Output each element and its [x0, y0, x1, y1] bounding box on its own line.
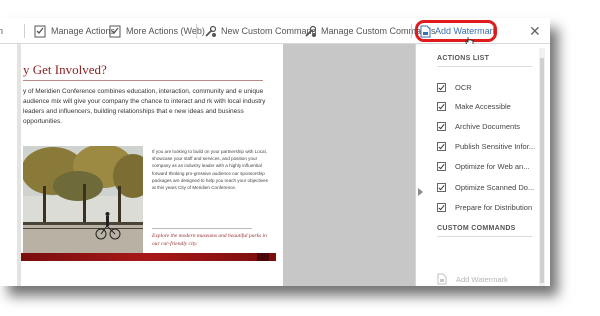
actions-list-heading: ACTIONS LIST [437, 55, 490, 62]
section-divider [437, 236, 532, 237]
quote-rule [152, 228, 252, 229]
action-label: Optimize Scanned Do... [455, 183, 535, 192]
intro-paragraph: y of Meridien Conference combines educat… [23, 88, 266, 125]
park-photo [23, 146, 143, 258]
new-custom-command-label: New Custom Command [221, 26, 317, 36]
close-icon[interactable]: ✕ [529, 23, 541, 40]
document-background [283, 44, 415, 286]
more-actions-label: More Actions (Web) [126, 26, 205, 36]
custom-item-add-watermark[interactable]: Add Watermark [437, 273, 508, 285]
heading-rule [23, 80, 263, 81]
more-actions-icon [109, 25, 121, 37]
custom-commands-heading: CUSTOM COMMANDS [437, 225, 516, 232]
checklist-icon [437, 162, 446, 171]
action-item-ocr[interactable]: OCR [437, 83, 472, 92]
action-item-publish-sensitive[interactable]: Publish Sensitive Infor... [437, 142, 535, 151]
sponsorship-paragraph: If you are looking to build on your part… [152, 149, 268, 191]
action-label: Make Accessible [455, 102, 511, 111]
checklist-icon [437, 203, 446, 212]
collapse-panel-icon[interactable] [418, 188, 423, 196]
toolbar-divider [411, 24, 412, 38]
scrollbar-thumb[interactable] [540, 58, 544, 283]
toolbar-divider [24, 24, 25, 38]
toolbar-item-label: n [0, 26, 4, 36]
action-label: Optimize for Web an... [455, 162, 530, 171]
page-number-box [257, 253, 269, 261]
action-label: Publish Sensitive Infor... [455, 142, 536, 151]
checklist-icon [437, 102, 446, 111]
page-edge [17, 44, 21, 286]
action-label: OCR [455, 83, 472, 92]
custom-item-label: Add Watermark [456, 274, 508, 284]
manage-actions-button[interactable]: Manage Actions [34, 24, 115, 38]
action-item-prepare-distribution[interactable]: Prepare for Distribution [437, 203, 532, 212]
action-item-optimize-web[interactable]: Optimize for Web an... [437, 162, 529, 171]
manage-actions-icon [34, 25, 46, 37]
action-item-archive-documents[interactable]: Archive Documents [437, 122, 520, 131]
checklist-icon [437, 83, 446, 92]
action-label: Archive Documents [455, 122, 521, 131]
action-item-optimize-scanned[interactable]: Optimize Scanned Do... [437, 183, 534, 192]
action-item-make-accessible[interactable]: Make Accessible [437, 102, 511, 111]
more-actions-button[interactable]: More Actions (Web) [109, 24, 205, 38]
action-label: Prepare for Distribution [455, 203, 533, 212]
toolbar-divider [196, 24, 197, 38]
checklist-icon [437, 183, 446, 192]
document-icon [437, 273, 447, 285]
new-custom-command-button[interactable]: New Custom Command [204, 24, 317, 38]
pull-quote: Explore the modern museums and beautiful… [152, 233, 267, 247]
wrench-gear-icon [305, 25, 317, 37]
highlight-annotation [415, 20, 497, 42]
checklist-icon [437, 142, 446, 151]
checklist-icon [437, 122, 446, 131]
acrobat-window: n Manage Actions More Actions (Web) New … [0, 18, 550, 286]
section-divider [437, 66, 532, 67]
toolbar-item-partial[interactable]: n [0, 24, 3, 38]
page-heading: y Get Involved? [23, 62, 107, 77]
page-footer-bar [21, 253, 276, 261]
manage-actions-label: Manage Actions [51, 26, 116, 36]
panel-scrollbar[interactable] [539, 48, 545, 286]
wrench-gear-icon [205, 25, 217, 37]
